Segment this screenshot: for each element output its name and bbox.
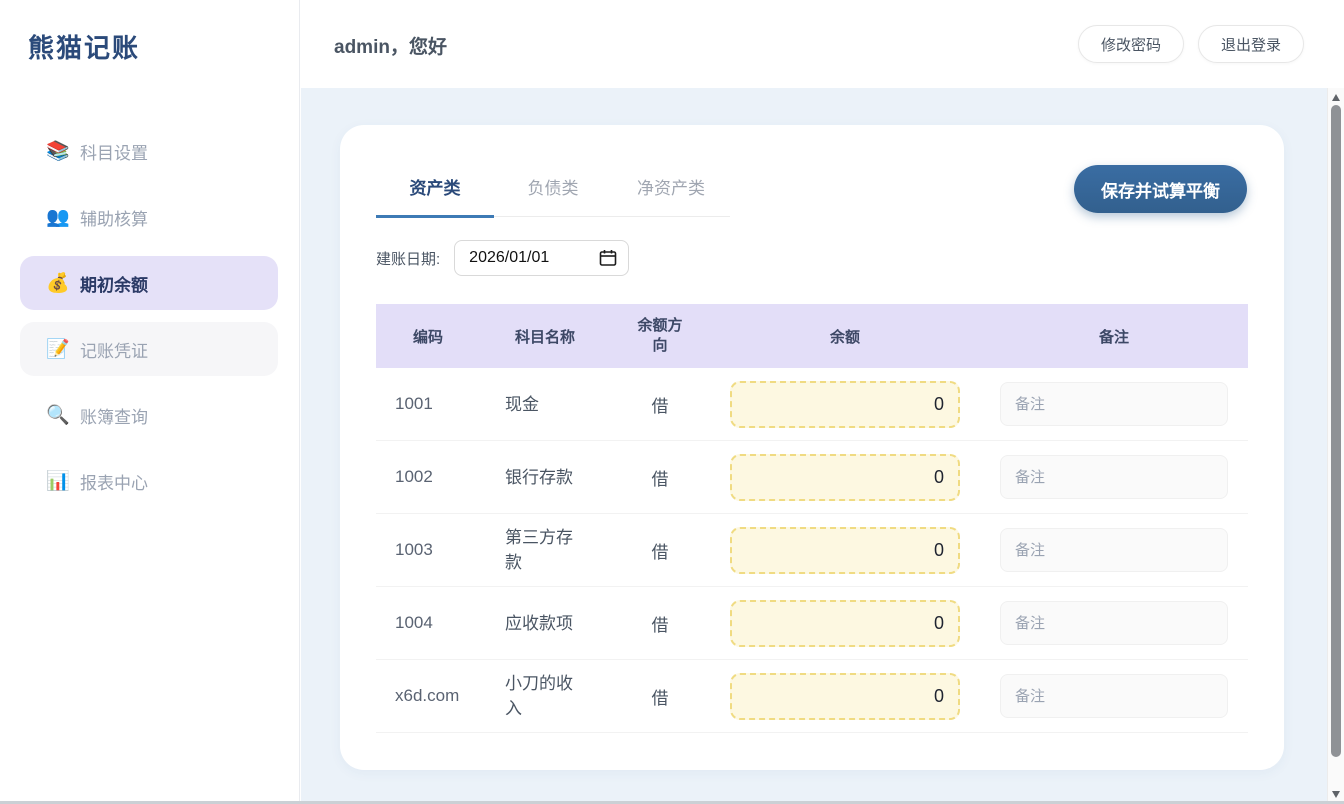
account-date-field — [454, 240, 629, 276]
subject-name: 银行存款 — [480, 465, 610, 490]
table-row: 1001 现金 借 — [376, 368, 1248, 441]
account-date-input[interactable] — [454, 240, 629, 276]
category-tabs: 资产类 负债类 净资产类 — [376, 179, 730, 217]
subject-name: 第三方存款 — [480, 525, 610, 575]
magnifier-icon: 🔍 — [46, 403, 76, 427]
tab-assets[interactable]: 资产类 — [376, 179, 494, 218]
save-trial-balance-button[interactable]: 保存并试算平衡 — [1074, 165, 1247, 213]
column-header-subject-name: 科目名称 — [480, 326, 610, 347]
table-row: x6d.com 小刀的收入 借 — [376, 660, 1248, 733]
remark-input[interactable] — [1000, 455, 1228, 499]
vertical-scrollbar[interactable] — [1327, 88, 1344, 804]
books-icon: 📚 — [46, 139, 76, 163]
remark-input[interactable] — [1000, 674, 1228, 718]
main-content: 资产类 负债类 净资产类 保存并试算平衡 建账日期: 编码 科目名称 余额方向 — [301, 88, 1344, 804]
sidebar-item-label: 科目设置 — [80, 139, 148, 164]
sidebar-item-vouchers[interactable]: 📝 记账凭证 — [20, 322, 278, 376]
scrollbar-thumb[interactable] — [1331, 105, 1341, 757]
sidebar-item-subject-settings[interactable]: 📚 科目设置 — [20, 124, 278, 178]
balance-direction: 借 — [610, 392, 710, 417]
account-date-row: 建账日期: — [376, 240, 629, 276]
opening-balance-table: 编码 科目名称 余额方向 余额 备注 1001 现金 借 1002 银行存款 借 — [376, 304, 1248, 733]
sidebar: 熊猫记账 📚 科目设置 👥 辅助核算 💰 期初余额 📝 记账凭证 🔍 账簿查询 … — [0, 0, 300, 804]
balance-direction: 借 — [610, 538, 710, 563]
subject-name: 应收款项 — [480, 611, 610, 636]
sidebar-item-label: 辅助核算 — [80, 205, 148, 230]
remark-input[interactable] — [1000, 382, 1228, 426]
remark-input[interactable] — [1000, 601, 1228, 645]
subject-name: 现金 — [480, 392, 610, 417]
logout-button[interactable]: 退出登录 — [1198, 25, 1304, 63]
column-header-balance: 余额 — [710, 326, 980, 347]
sidebar-item-report-center[interactable]: 📊 报表中心 — [20, 454, 278, 508]
remark-input[interactable] — [1000, 528, 1228, 572]
moneybag-icon: 💰 — [46, 271, 76, 295]
table-row: 1003 第三方存款 借 — [376, 514, 1248, 587]
header-actions: 修改密码 退出登录 — [1078, 25, 1304, 63]
sidebar-item-label: 报表中心 — [80, 469, 148, 494]
balance-direction: 借 — [610, 684, 710, 709]
subject-code: 1002 — [376, 467, 480, 487]
sidebar-item-label: 记账凭证 — [80, 337, 148, 362]
table-row: 1004 应收款项 借 — [376, 587, 1248, 660]
sidebar-menu: 📚 科目设置 👥 辅助核算 💰 期初余额 📝 记账凭证 🔍 账簿查询 📊 报表中… — [0, 124, 298, 520]
subject-code: x6d.com — [376, 686, 480, 706]
scroll-up-arrow-icon[interactable] — [1332, 94, 1340, 101]
sidebar-item-opening-balance[interactable]: 💰 期初余额 — [20, 256, 278, 310]
scroll-down-arrow-icon[interactable] — [1332, 791, 1340, 798]
sidebar-item-auxiliary-accounting[interactable]: 👥 辅助核算 — [20, 190, 278, 244]
balance-input[interactable] — [730, 381, 960, 428]
balance-input[interactable] — [730, 454, 960, 501]
users-icon: 👥 — [46, 205, 76, 229]
sidebar-item-label: 期初余额 — [80, 271, 148, 296]
opening-balance-card: 资产类 负债类 净资产类 保存并试算平衡 建账日期: 编码 科目名称 余额方向 — [340, 125, 1284, 770]
sidebar-item-label: 账簿查询 — [80, 403, 148, 428]
account-date-label: 建账日期: — [376, 248, 440, 269]
column-header-balance-direction: 余额方向 — [610, 316, 710, 356]
tab-liabilities[interactable]: 负债类 — [494, 179, 612, 216]
balance-input[interactable] — [730, 673, 960, 720]
app-logo: 熊猫记账 — [28, 28, 140, 65]
column-header-code: 编码 — [376, 326, 480, 347]
balance-input[interactable] — [730, 600, 960, 647]
sidebar-item-ledger-query[interactable]: 🔍 账簿查询 — [20, 388, 278, 442]
balance-direction: 借 — [610, 611, 710, 636]
memo-icon: 📝 — [46, 337, 76, 361]
top-header: admin，您好 修改密码 退出登录 — [301, 0, 1344, 88]
subject-code: 1003 — [376, 540, 480, 560]
tab-net-assets[interactable]: 净资产类 — [612, 179, 730, 216]
table-header-row: 编码 科目名称 余额方向 余额 备注 — [376, 304, 1248, 368]
change-password-button[interactable]: 修改密码 — [1078, 25, 1184, 63]
user-greeting: admin，您好 — [334, 32, 447, 59]
table-row: 1002 银行存款 借 — [376, 441, 1248, 514]
barchart-icon: 📊 — [46, 469, 76, 493]
balance-input[interactable] — [730, 527, 960, 574]
subject-code: 1001 — [376, 394, 480, 414]
column-header-remark: 备注 — [980, 326, 1248, 347]
balance-direction: 借 — [610, 465, 710, 490]
subject-code: 1004 — [376, 613, 480, 633]
subject-name: 小刀的收入 — [480, 671, 610, 721]
